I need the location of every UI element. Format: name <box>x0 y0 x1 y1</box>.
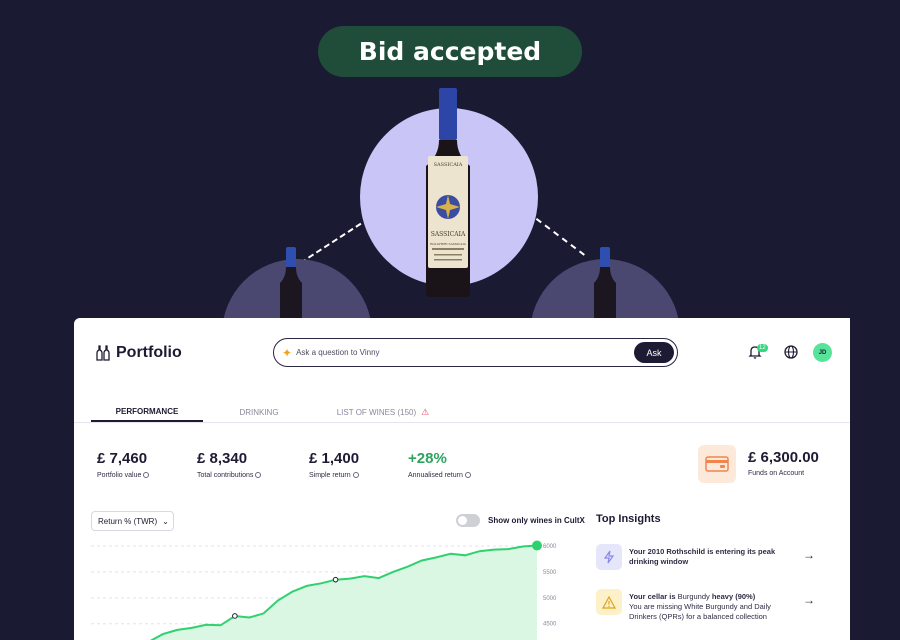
insight-text: Your cellar is Burgundy heavy (90%) You a… <box>629 592 771 621</box>
select-value: Return % (TWR) <box>98 516 158 526</box>
brand: Portfolio <box>96 344 182 362</box>
cultx-only-toggle[interactable] <box>456 514 480 527</box>
funds-label: Funds on Account <box>748 470 805 477</box>
y-tick-label: 6000 <box>543 544 557 550</box>
chart-end-point[interactable] <box>532 540 542 551</box>
toggle-knob <box>458 516 467 525</box>
ask-button[interactable]: Ask <box>634 342 674 363</box>
arrow-right-icon[interactable]: → <box>803 548 815 562</box>
y-tick-label: 5500 <box>543 570 557 576</box>
stat-label: Total contributions <box>197 472 262 479</box>
return-chart: 60005500500045004000 <box>91 540 557 640</box>
arrow-right-icon[interactable]: → <box>803 593 815 607</box>
wine-bottle-right <box>594 247 616 322</box>
ask-vinny-search[interactable]: ✦ Ask a question to Vinny Ask <box>273 338 678 367</box>
insight-text: Your 2010 Rothschild is entering its pea… <box>629 547 776 566</box>
tab-drinking[interactable]: DRINKING <box>234 402 284 422</box>
funds-value: £ 6,300.00 <box>748 449 819 466</box>
notification-count-badge: 12 <box>757 344 768 352</box>
stat-simple-return: £ 1,400 Simple return <box>309 450 359 479</box>
tab-performance[interactable]: PERFORMANCE <box>91 402 203 422</box>
bid-accepted-badge: Bid accepted <box>318 26 582 77</box>
warning-icon <box>596 589 622 615</box>
sparkle-icon: ✦ <box>282 345 293 360</box>
bottle-label-text: SASSICAIA <box>431 231 466 238</box>
chart-area <box>91 545 537 640</box>
stat-label: Portfolio value <box>97 472 150 479</box>
user-avatar[interactable]: JD <box>813 343 832 362</box>
stat-portfolio-value: £ 7,460 Portfolio value <box>97 450 150 479</box>
info-icon[interactable] <box>255 472 262 479</box>
wine-bottle-featured: SASSICAIA SASSICAIA BOLGHERI SASSICAIA <box>426 88 470 297</box>
stat-value: £ 1,400 <box>309 450 360 467</box>
stat-label: Simple return <box>309 472 359 479</box>
stat-value: £ 8,340 <box>197 450 248 467</box>
tab-list-of-wines[interactable]: LIST OF WINES (150) ⚠ <box>333 402 433 422</box>
globe-icon[interactable] <box>783 344 799 360</box>
tab-list-of-wines-label: LIST OF WINES (150) <box>336 407 417 417</box>
info-icon[interactable] <box>464 472 471 479</box>
tab-bar: PERFORMANCE DRINKING LIST OF WINES (150)… <box>74 402 850 423</box>
chevron-down-icon: ⌄ <box>162 516 169 526</box>
wine-bottle-left <box>280 247 302 322</box>
chart-point[interactable] <box>332 576 339 583</box>
portfolio-panel: Portfolio ✦ Ask a question to Vinny Ask … <box>74 318 850 640</box>
bottle-subtext: BOLGHERI SASSICAIA <box>430 242 466 246</box>
funds-on-account: £ 6,300.00 Funds on Account <box>748 449 819 477</box>
y-tick-label: 5000 <box>543 596 557 602</box>
stat-total-contributions: £ 8,340 Total contributions <box>197 450 262 479</box>
insights-title: Top Insights <box>596 513 661 525</box>
stat-annualised-return: +28% Annualised return <box>408 450 471 479</box>
wine-bottles-icon <box>96 345 110 361</box>
bottle-top-text: SASSICAIA <box>434 162 463 168</box>
connector-line-right <box>535 218 585 256</box>
toggle-label: Show only wines in CultX <box>488 516 585 525</box>
warning-icon: ⚠ <box>421 406 430 417</box>
lightning-icon <box>596 544 622 570</box>
return-metric-select[interactable]: Return % (TWR) ⌄ <box>91 511 174 531</box>
stat-label: Annualised return <box>408 472 471 479</box>
info-icon[interactable] <box>143 472 150 479</box>
connector-line-left <box>300 222 362 264</box>
search-input[interactable]: Ask a question to Vinny <box>296 348 634 357</box>
page-title: Portfolio <box>116 344 182 361</box>
stat-value: +28% <box>408 450 447 467</box>
y-tick-label: 4500 <box>543 622 557 628</box>
card-icon <box>698 445 736 483</box>
stat-value: £ 7,460 <box>97 450 148 467</box>
info-icon[interactable] <box>352 472 359 479</box>
chart-point[interactable] <box>232 613 238 619</box>
